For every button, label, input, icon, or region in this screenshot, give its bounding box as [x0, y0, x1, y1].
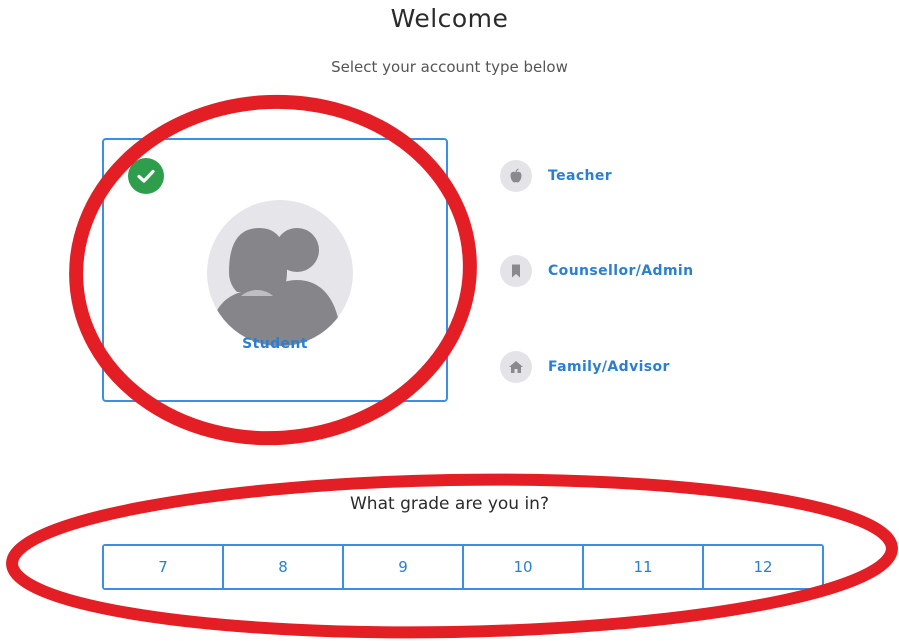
home-icon [500, 351, 532, 383]
grade-question: What grade are you in? [350, 494, 549, 514]
teacher-label: Teacher [548, 168, 613, 184]
counsellor-admin-label: Counsellor/Admin [548, 263, 694, 279]
page-subtitle: Select your account type below [331, 58, 568, 76]
apple-icon [500, 160, 532, 192]
grade-11-button[interactable]: 11 [584, 546, 704, 588]
welcome-page: Welcome Select your account type below S… [0, 0, 899, 641]
counsellor-admin-option[interactable]: Counsellor/Admin [500, 255, 694, 287]
teacher-option[interactable]: Teacher [500, 160, 612, 192]
student-avatar-icon [207, 200, 353, 346]
checkmark-icon [128, 158, 164, 194]
grade-8-button[interactable]: 8 [224, 546, 344, 588]
page-title: Welcome [390, 4, 509, 33]
grade-7-button[interactable]: 7 [104, 546, 224, 588]
grade-selector: 7 8 9 10 11 12 [102, 544, 824, 590]
student-account-card[interactable]: Student [102, 138, 448, 402]
family-advisor-label: Family/Advisor [548, 359, 670, 375]
grade-12-button[interactable]: 12 [704, 546, 822, 588]
grade-9-button[interactable]: 9 [344, 546, 464, 588]
student-label: Student [242, 336, 308, 352]
grade-10-button[interactable]: 10 [464, 546, 584, 588]
bookmark-icon [500, 255, 532, 287]
family-advisor-option[interactable]: Family/Advisor [500, 351, 670, 383]
